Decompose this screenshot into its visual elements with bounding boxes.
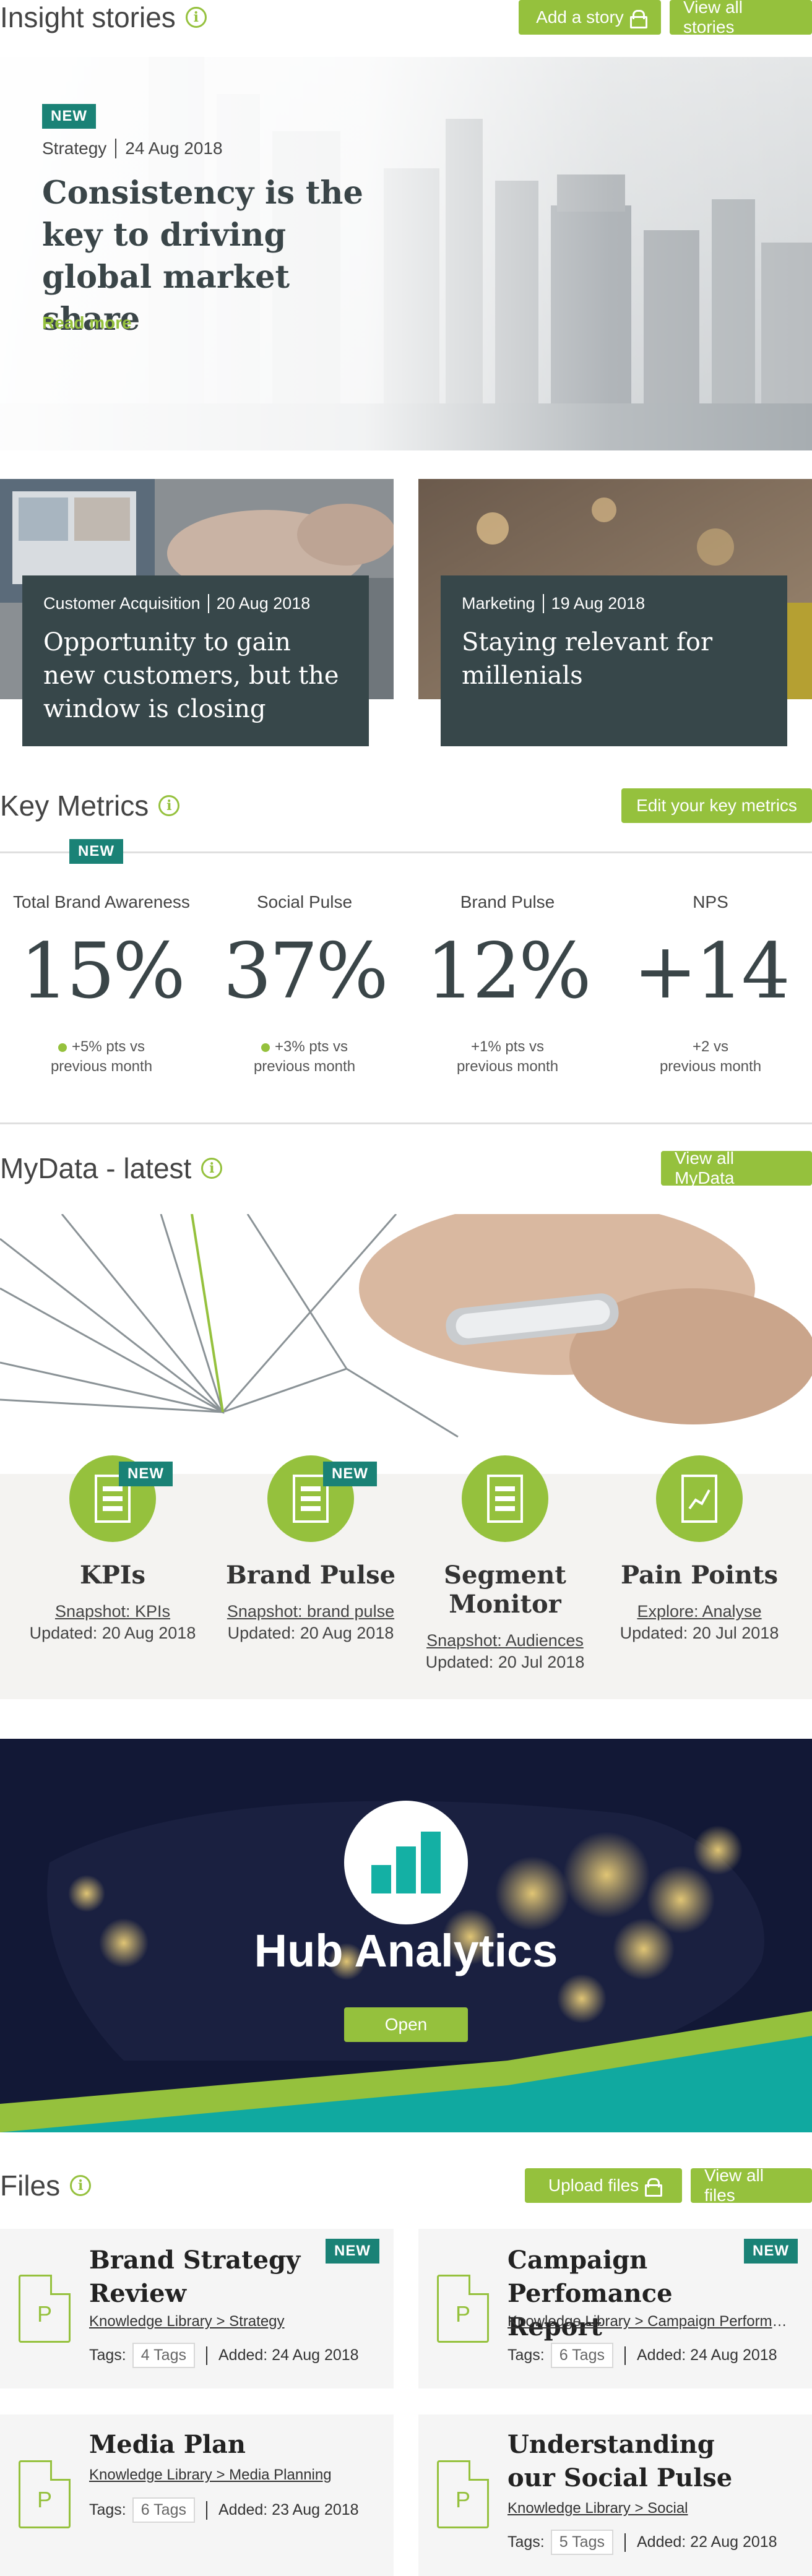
document-icon: P <box>437 2460 489 2528</box>
divider <box>0 1122 812 1124</box>
mydata-tile-kpis[interactable]: KPIs Snapshot: KPIs Updated: 20 Aug 2018 <box>14 1455 212 1643</box>
hero-story[interactable]: NEW Strategy 24 Aug 2018 Consistency is … <box>0 57 812 450</box>
snapshot-link[interactable]: Snapshot: brand pulse <box>212 1602 410 1621</box>
view-all-stories-button[interactable]: View all stories <box>670 0 812 37</box>
insight-stories-heading: Insight stories i <box>0 0 207 35</box>
story-headline[interactable]: Staying relevant for millenials <box>462 626 766 692</box>
document-icon: P <box>19 2460 71 2528</box>
add-story-button[interactable]: Add a story <box>519 0 661 35</box>
hub-analytics-banner: Hub Analytics Open <box>0 1739 812 2132</box>
mydata-tile-pain-points[interactable]: Pain Points Explore: Analyse Updated: 20… <box>600 1455 798 1643</box>
hero-meta: Strategy 24 Aug 2018 <box>42 139 223 158</box>
file-path-link[interactable]: Knowledge Library > Media Planning <box>89 2466 332 2484</box>
file-meta: Tags: 6 Tags Added: 24 Aug 2018 <box>508 2343 777 2368</box>
file-meta: Tags: 5 Tags Added: 22 Aug 2018 <box>508 2530 777 2555</box>
up-dot-icon <box>261 1043 270 1052</box>
mydata-tile-segment-monitor[interactable]: Segment Monitor Snapshot: Audiences Upda… <box>406 1455 604 1672</box>
tags-count[interactable]: 4 Tags <box>132 2343 195 2368</box>
file-path-link[interactable]: Knowledge Library > Strategy <box>89 2313 285 2330</box>
upload-files-button[interactable]: Upload files <box>525 2168 682 2203</box>
lock-icon <box>629 10 647 28</box>
lock-icon <box>645 2178 663 2197</box>
info-icon[interactable]: i <box>70 2175 92 2196</box>
metric-social-pulse[interactable]: Social Pulse 37% +3% pts vs previous mont… <box>203 866 406 1077</box>
new-badge: NEW <box>323 1462 377 1486</box>
metric-delta: +3% pts vs previous month <box>253 1038 356 1075</box>
hub-analytics-title: Hub Analytics <box>254 1925 558 1976</box>
file-card-campaign-performance[interactable]: P Campaign Perfomance Report Knowledge L… <box>418 2229 812 2389</box>
view-all-files-button[interactable]: View all files <box>691 2166 812 2205</box>
story-card-acquisition[interactable]: Customer Acquisition 20 Aug 2018 Opportu… <box>22 575 369 746</box>
file-title[interactable]: Understanding our Social Pulse <box>508 2428 755 2495</box>
metric-brand-pulse[interactable]: Brand Pulse 12% +1% pts vs previous month <box>406 866 609 1077</box>
info-icon[interactable]: i <box>201 1158 223 1179</box>
info-icon[interactable]: i <box>158 795 180 816</box>
snapshot-link[interactable]: Snapshot: KPIs <box>14 1602 212 1621</box>
story-headline[interactable]: Opportunity to gain new customers, but t… <box>43 626 348 726</box>
new-badge: NEW <box>744 2239 798 2264</box>
tags-count[interactable]: 5 Tags <box>550 2530 613 2555</box>
metric-delta: +1% pts vs previous month <box>456 1038 559 1075</box>
file-title[interactable]: Media Plan <box>89 2428 337 2462</box>
snapshot-link[interactable]: Snapshot: Audiences <box>406 1631 604 1650</box>
read-more-link[interactable]: Read more <box>42 313 132 333</box>
file-path-link[interactable]: Knowledge Library > Campaign Performance <box>508 2313 795 2330</box>
story-card-marketing[interactable]: Marketing 19 Aug 2018 Staying relevant f… <box>441 575 787 746</box>
phone-hands-image <box>0 1214 812 1474</box>
info-icon[interactable]: i <box>185 7 207 28</box>
metric-delta: +2 vs previous month <box>659 1038 762 1075</box>
key-metrics-heading: Key Metrics i <box>0 788 180 823</box>
file-path-link[interactable]: Knowledge Library > Social <box>508 2500 688 2517</box>
tags-count[interactable]: 6 Tags <box>132 2497 195 2523</box>
explore-link[interactable]: Explore: Analyse <box>600 1602 798 1621</box>
new-badge: NEW <box>42 104 96 129</box>
metric-nps[interactable]: NPS +14 +2 vs previous month <box>609 866 812 1077</box>
document-icon: P <box>437 2275 489 2343</box>
files-heading: Files i <box>0 2168 92 2203</box>
report-icon <box>462 1455 548 1542</box>
file-meta: Tags: 4 Tags Added: 24 Aug 2018 <box>89 2343 359 2368</box>
file-meta: Tags: 6 Tags Added: 23 Aug 2018 <box>89 2497 359 2523</box>
open-button[interactable]: Open <box>344 2007 468 2042</box>
metric-delta: +5% pts vs previous month <box>50 1038 153 1075</box>
mydata-heading: MyData - latest i <box>0 1151 223 1186</box>
edit-key-metrics-button[interactable]: Edit your key metrics <box>621 788 812 823</box>
file-card-brand-strategy[interactable]: P Brand Strategy Review Knowledge Librar… <box>0 2229 394 2389</box>
new-badge: NEW <box>326 2239 379 2264</box>
tags-count[interactable]: 6 Tags <box>550 2343 613 2368</box>
file-card-social-pulse[interactable]: P Understanding our Social Pulse Knowled… <box>418 2414 812 2576</box>
view-all-mydata-button[interactable]: View all MyData <box>661 1148 812 1187</box>
file-title[interactable]: Brand Strategy Review <box>89 2244 337 2311</box>
new-badge: NEW <box>119 1462 173 1486</box>
story-meta: Customer Acquisition 20 Aug 2018 <box>43 594 311 613</box>
metric-total-brand-awareness[interactable]: Total Brand Awareness 15% +5% pts vs prev… <box>0 866 203 1077</box>
file-card-media-plan[interactable]: P Media Plan Knowledge Library > Media P… <box>0 2414 394 2576</box>
bar-chart-icon <box>344 1801 468 1924</box>
mydata-tile-brand-pulse[interactable]: Brand Pulse Snapshot: brand pulse Update… <box>212 1455 410 1643</box>
up-dot-icon <box>58 1043 67 1052</box>
story-meta: Marketing 19 Aug 2018 <box>462 594 646 613</box>
mydata-panel: KPIs Snapshot: KPIs Updated: 20 Aug 2018… <box>0 1214 812 1699</box>
new-badge: NEW <box>69 839 123 864</box>
document-icon: P <box>19 2275 71 2343</box>
chart-report-icon <box>656 1455 743 1542</box>
